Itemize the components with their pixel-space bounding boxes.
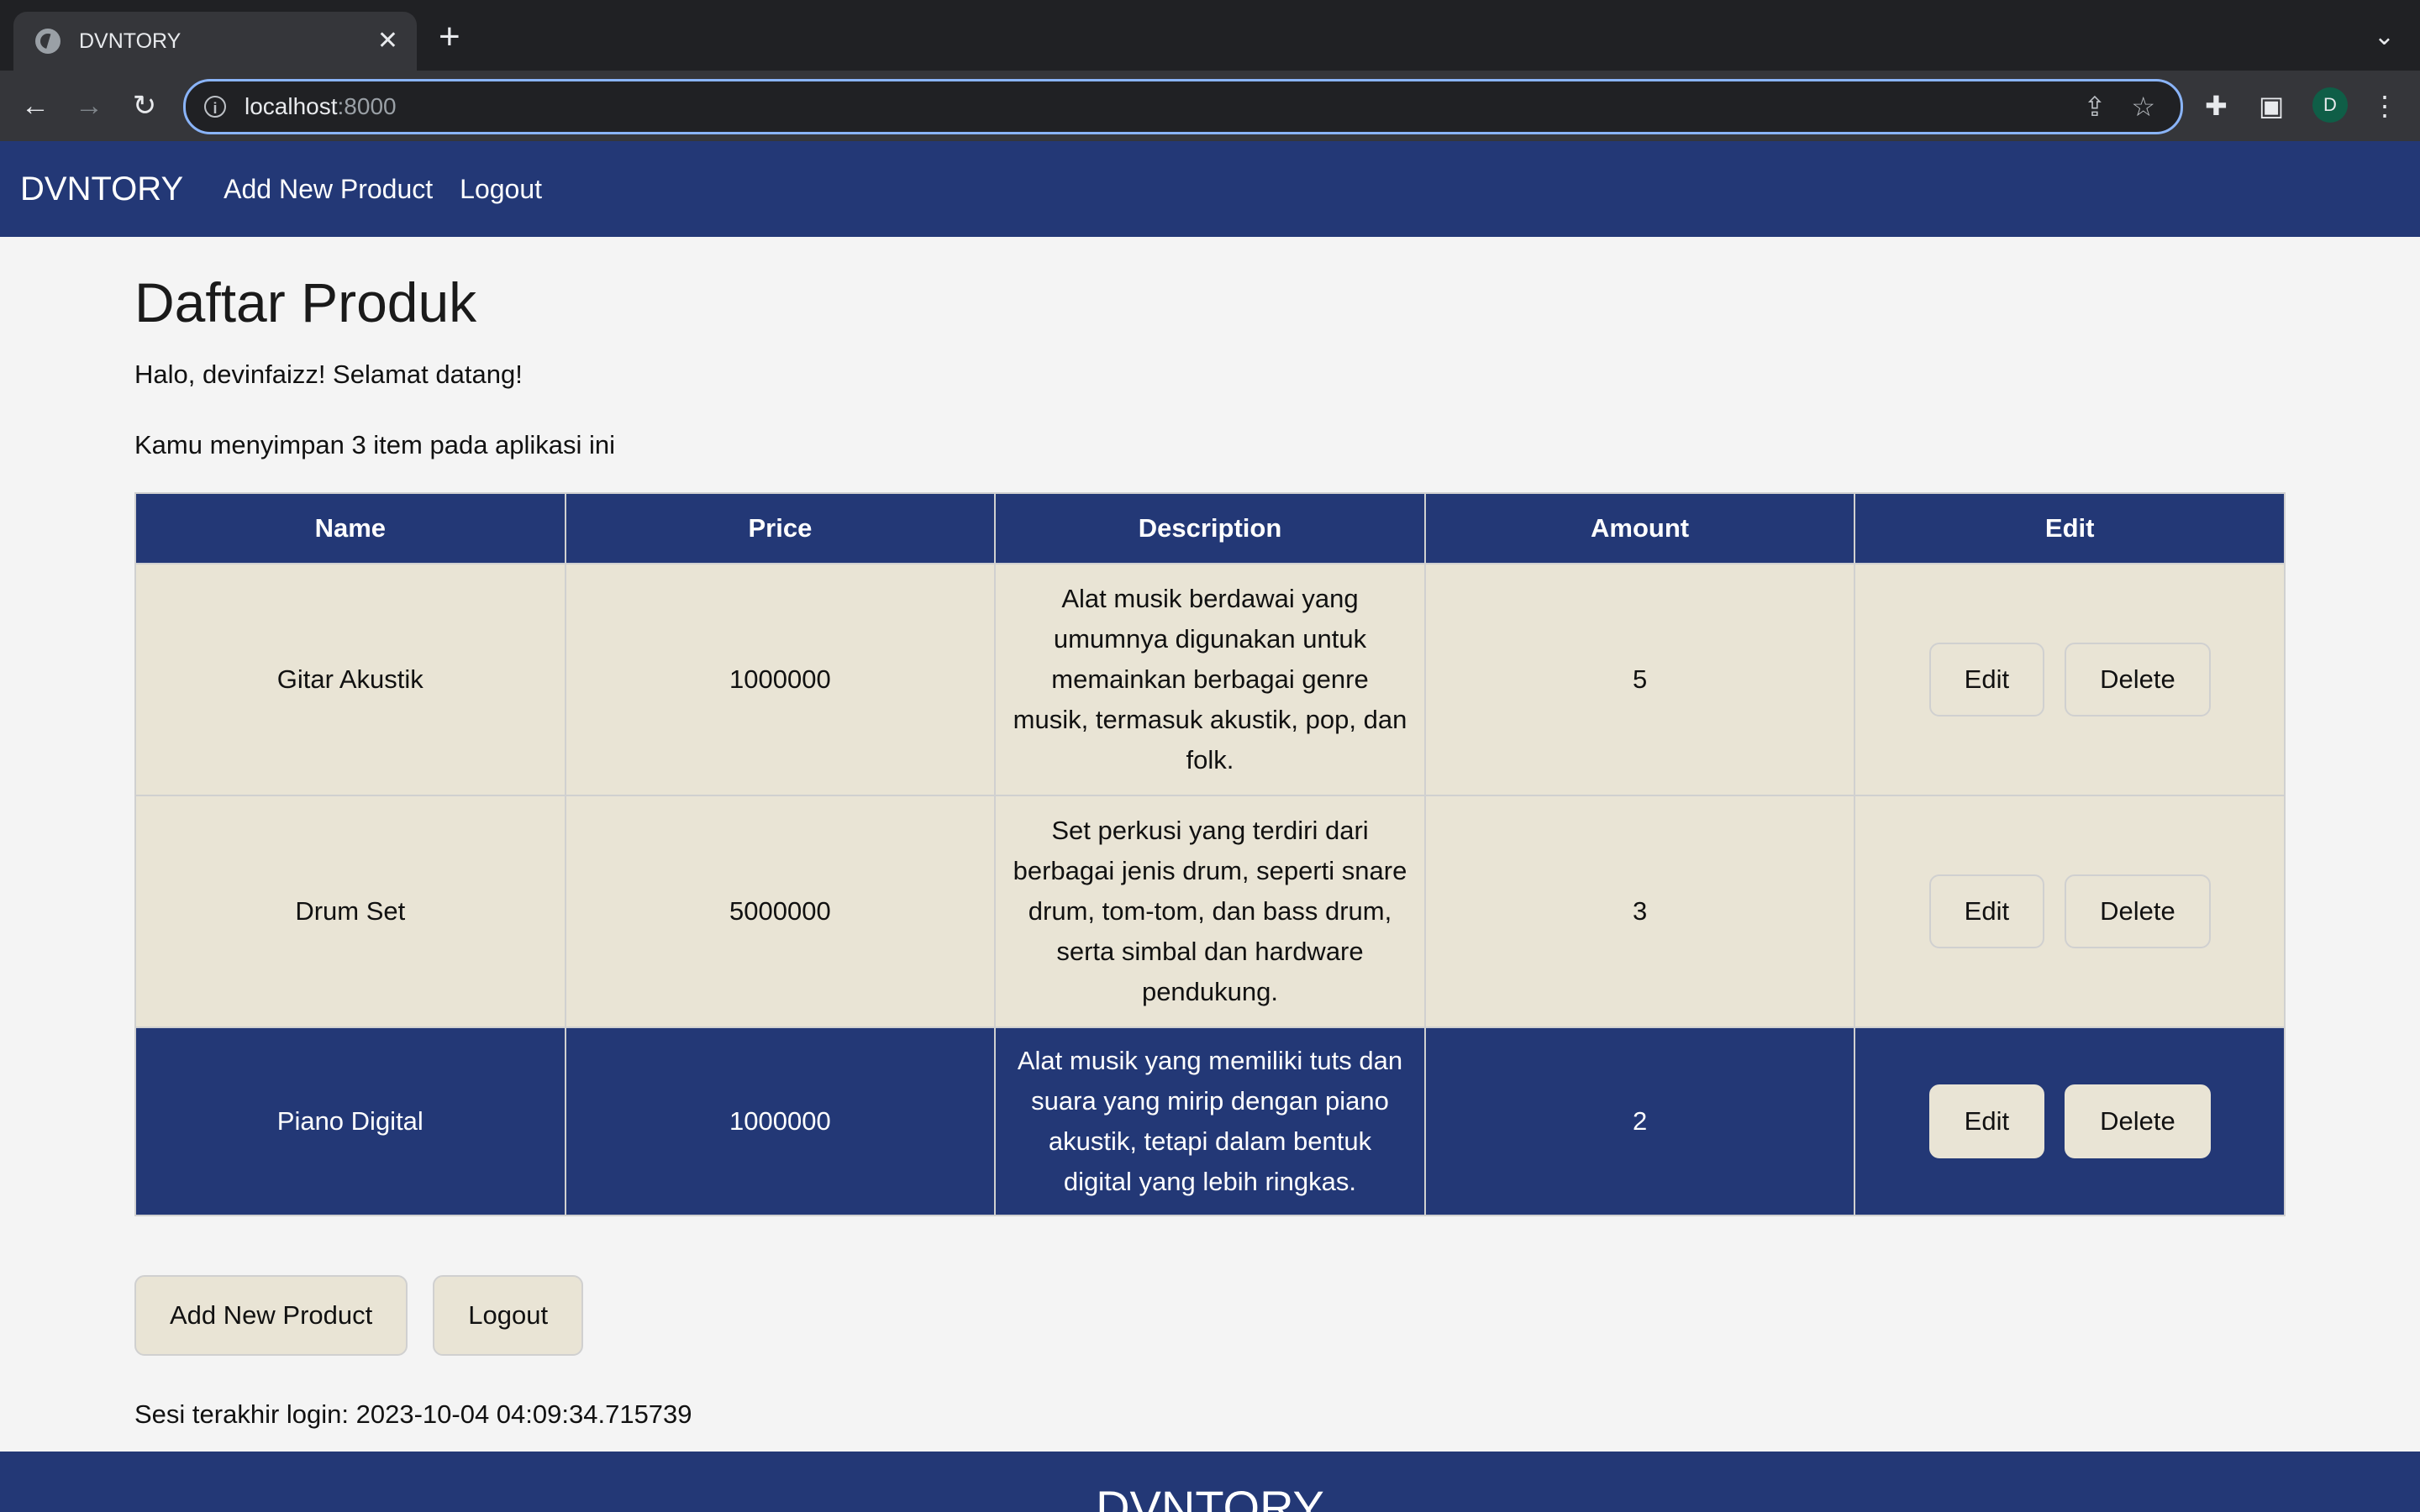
- header-name: Name: [134, 492, 566, 564]
- cell-actions: Edit Delete: [1854, 1026, 2286, 1216]
- extensions-icon[interactable]: ✚: [2205, 87, 2228, 124]
- tab-title: DVNTORY: [79, 29, 182, 53]
- cell-name: Drum Set: [134, 795, 566, 1028]
- table-row: Drum Set 5000000 Set perkusi yang terdir…: [134, 795, 2286, 1028]
- delete-button[interactable]: Delete: [2065, 874, 2211, 948]
- browser-toolbar: ← → ↻ i localhost:8000 ⇪ ☆ ✚ ▣ ⋮: [0, 71, 2420, 141]
- browser-tab-bar: DVNTORY ✕ + ⌄: [0, 0, 2420, 71]
- cell-price: 1000000: [564, 563, 997, 796]
- cell-name: Gitar Akustik: [134, 563, 566, 796]
- cell-name: Piano Digital: [134, 1026, 566, 1216]
- greeting-text: Halo, devinfaizz! Selamat datang!: [134, 360, 523, 389]
- cell-amount: 3: [1423, 795, 1856, 1028]
- nav-logout-link[interactable]: Logout: [460, 174, 542, 205]
- chevron-down-icon[interactable]: ⌄: [2374, 22, 2395, 51]
- cell-price: 1000000: [564, 1026, 997, 1216]
- item-count-text: Kamu menyimpan 3 item pada aplikasi ini: [134, 430, 616, 459]
- footer-brand: DVNTORY: [1096, 1481, 1324, 1512]
- new-tab-icon[interactable]: +: [439, 18, 460, 55]
- side-panel-icon[interactable]: ▣: [2259, 87, 2284, 124]
- cell-description: Alat musik yang memiliki tuts dan suara …: [994, 1026, 1426, 1216]
- footer: DVNTORY: [0, 1452, 2420, 1512]
- header-amount: Amount: [1423, 492, 1856, 564]
- header-price: Price: [564, 492, 997, 564]
- table-row: Gitar Akustik 1000000 Alat musik berdawa…: [134, 563, 2286, 796]
- back-icon[interactable]: ←: [17, 87, 54, 124]
- star-icon[interactable]: ☆: [2131, 91, 2155, 123]
- cell-actions: Edit Delete: [1854, 795, 2286, 1028]
- edit-button[interactable]: Edit: [1928, 874, 2045, 948]
- reload-icon[interactable]: ↻: [126, 87, 163, 124]
- globe-icon: [35, 29, 60, 54]
- forward-icon[interactable]: →: [71, 87, 108, 124]
- bottom-actions: Add New Product Logout: [134, 1275, 2286, 1356]
- address-bar[interactable]: i localhost:8000 ⇪ ☆: [183, 79, 2183, 134]
- cell-description: Set perkusi yang terdiri dari berbagai j…: [994, 795, 1426, 1028]
- edit-button[interactable]: Edit: [1928, 643, 2045, 717]
- cell-price: 5000000: [564, 795, 997, 1028]
- close-tab-icon[interactable]: ✕: [377, 29, 398, 54]
- cell-amount: 2: [1423, 1026, 1856, 1216]
- last-login-text: Sesi terakhir login: 2023-10-04 04:09:34…: [134, 1399, 692, 1429]
- nav-add-product-link[interactable]: Add New Product: [224, 174, 433, 205]
- edit-button[interactable]: Edit: [1928, 1084, 2045, 1158]
- delete-button[interactable]: Delete: [2065, 1084, 2211, 1158]
- share-icon[interactable]: ⇪: [2084, 91, 2107, 123]
- table-header-row: Name Price Description Amount Edit: [134, 492, 2286, 564]
- table-row: Piano Digital 1000000 Alat musik yang me…: [134, 1026, 2286, 1216]
- page-title: Daftar Produk: [134, 271, 477, 333]
- header-description: Description: [994, 492, 1426, 564]
- menu-icon[interactable]: ⋮: [2371, 87, 2398, 124]
- cell-actions: Edit Delete: [1854, 563, 2286, 796]
- delete-button[interactable]: Delete: [2065, 643, 2211, 717]
- cell-description: Alat musik berdawai yang umumnya digunak…: [994, 563, 1426, 796]
- product-table: Name Price Description Amount Edit Gitar…: [134, 492, 2286, 1216]
- logout-button[interactable]: Logout: [433, 1275, 584, 1356]
- profile-avatar[interactable]: D: [2312, 87, 2348, 123]
- url-text: localhost:8000: [245, 93, 397, 119]
- header-edit: Edit: [1854, 492, 2286, 564]
- add-new-product-button[interactable]: Add New Product: [134, 1275, 408, 1356]
- main-content: Daftar Produk Halo, devinfaizz! Selamat …: [134, 237, 2286, 1430]
- info-icon[interactable]: i: [204, 96, 226, 118]
- navbar-brand[interactable]: DVNTORY: [20, 171, 183, 208]
- browser-tab[interactable]: DVNTORY ✕: [13, 12, 417, 71]
- app-navbar: DVNTORY Add New Product Logout: [0, 141, 2420, 237]
- cell-amount: 5: [1423, 563, 1856, 796]
